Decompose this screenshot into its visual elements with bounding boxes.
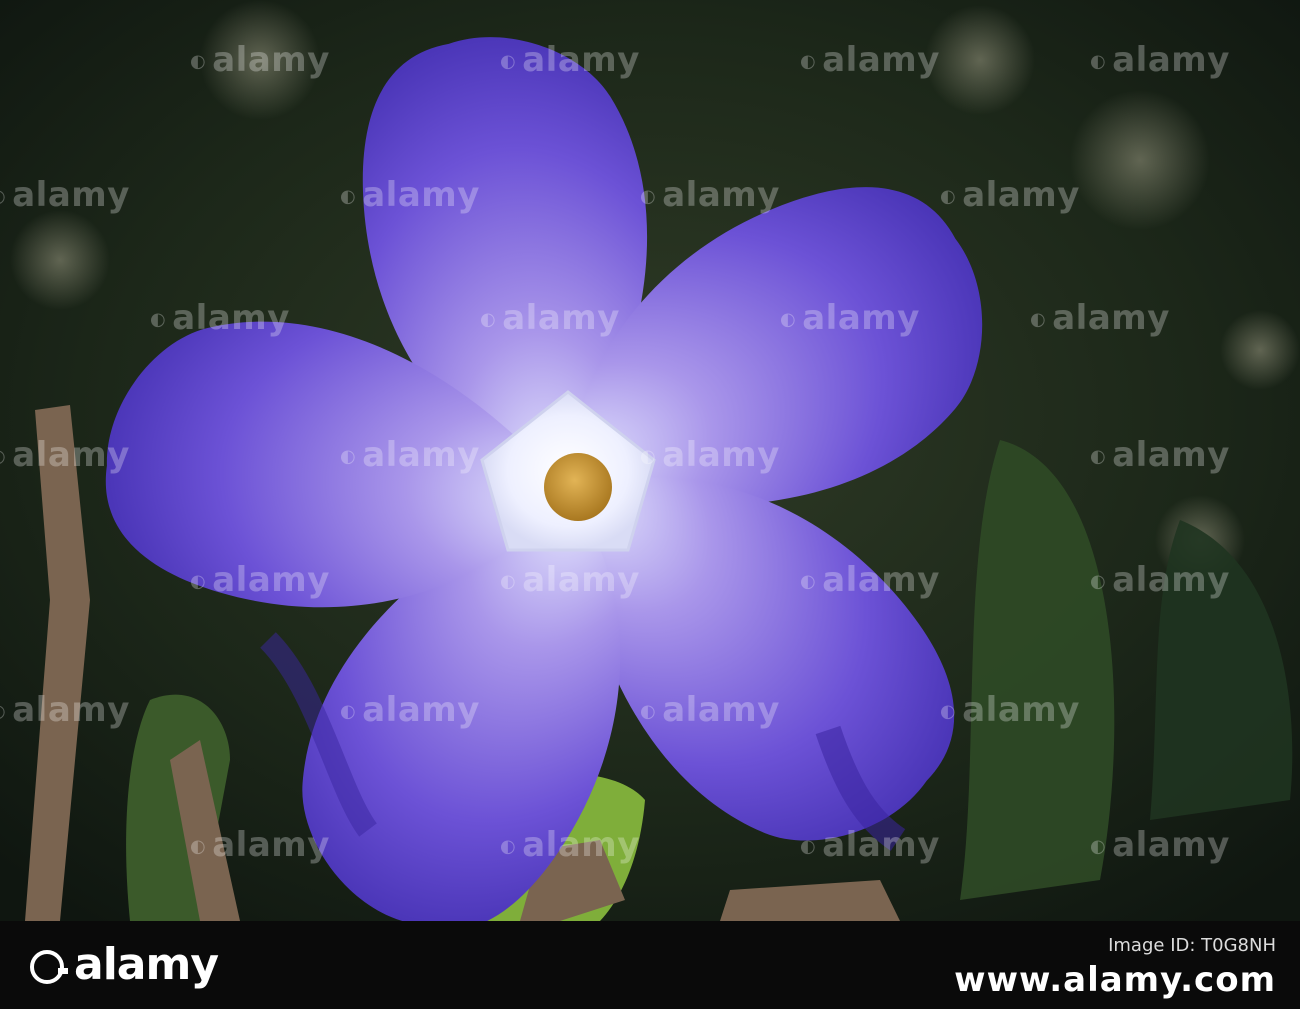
image-meta: Image ID: T0G8NH www.alamy.com — [954, 935, 1276, 1000]
brand-logo[interactable]: alamy — [30, 939, 219, 990]
footer-bar: alamy Image ID: T0G8NH www.alamy.com — [0, 921, 1300, 1009]
alamy-logo-icon — [30, 950, 68, 984]
flower-photo: ◐alamy ◐alamy ◐alamy ◐alamy ◐alamy ◐alam… — [0, 0, 1300, 921]
periwinkle-flower-illustration — [0, 0, 1300, 921]
image-id: Image ID: T0G8NH — [1108, 935, 1276, 956]
site-url[interactable]: www.alamy.com — [954, 960, 1276, 1000]
stock-photo-frame: ◐alamy ◐alamy ◐alamy ◐alamy ◐alamy ◐alam… — [0, 0, 1300, 1009]
stamen — [544, 453, 612, 521]
brand-name: alamy — [74, 939, 219, 990]
